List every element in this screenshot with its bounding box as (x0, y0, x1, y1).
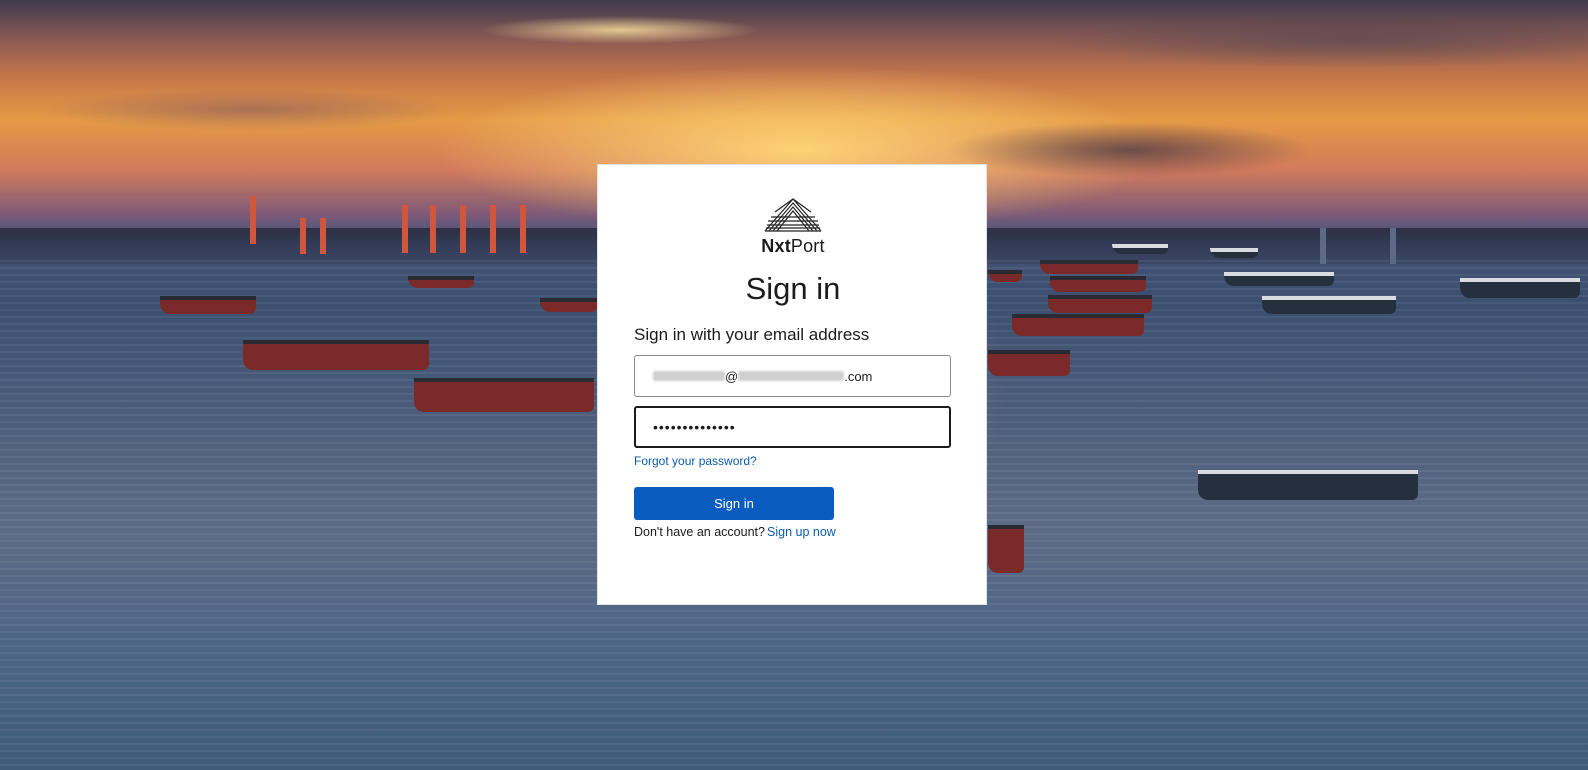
brand-logo: NxtPort (598, 197, 988, 257)
tanker-ship (1050, 276, 1146, 292)
sign-in-card: NxtPort Sign in Sign in with your email … (597, 164, 987, 605)
sign-in-button[interactable]: Sign in (634, 487, 834, 520)
tanker-ship (988, 270, 1022, 282)
tanker-ship (540, 298, 597, 312)
tanker-ship (988, 525, 1024, 573)
tanker-ship (160, 296, 256, 314)
port-crane (490, 205, 496, 253)
tanker-ship (408, 276, 474, 288)
port-crane (520, 205, 526, 253)
tanker-ship (988, 350, 1070, 376)
cargo-ship (1224, 272, 1334, 286)
port-crane (1390, 228, 1396, 264)
sign-in-subtitle: Sign in with your email address (634, 325, 870, 344)
sign-up-link[interactable]: Sign up now (767, 525, 836, 539)
password-field[interactable]: •••••••••••••• (634, 406, 951, 448)
email-field[interactable]: @ .com (634, 355, 951, 397)
no-account-text: Don't have an account? (634, 525, 765, 539)
port-crane (460, 205, 466, 253)
cargo-ship (1198, 470, 1418, 500)
email-at-sign: @ (725, 368, 739, 384)
nxtport-logo-icon (764, 198, 822, 232)
tanker-ship (1012, 314, 1144, 336)
port-crane (430, 205, 436, 253)
redacted-email-domain (738, 371, 845, 381)
brand-name: NxtPort (761, 236, 825, 256)
page-title: Sign in (745, 271, 841, 306)
email-suffix: .com (844, 368, 873, 384)
port-crane (250, 196, 256, 244)
tanker-ship (414, 378, 594, 412)
password-mask: •••••••••••••• (653, 419, 736, 435)
cargo-ship (1460, 278, 1580, 298)
cargo-ship (1262, 296, 1396, 314)
tanker-ship (1040, 260, 1138, 274)
port-crane (320, 218, 326, 254)
cargo-ship (1112, 244, 1168, 254)
tanker-ship (243, 340, 429, 370)
port-crane (300, 218, 306, 254)
port-crane (1320, 228, 1326, 264)
forgot-password-link[interactable]: Forgot your password? (634, 454, 757, 468)
cargo-ship (1210, 248, 1258, 258)
tanker-ship (1048, 295, 1152, 313)
port-crane (402, 205, 408, 253)
redacted-email-user (653, 371, 725, 381)
